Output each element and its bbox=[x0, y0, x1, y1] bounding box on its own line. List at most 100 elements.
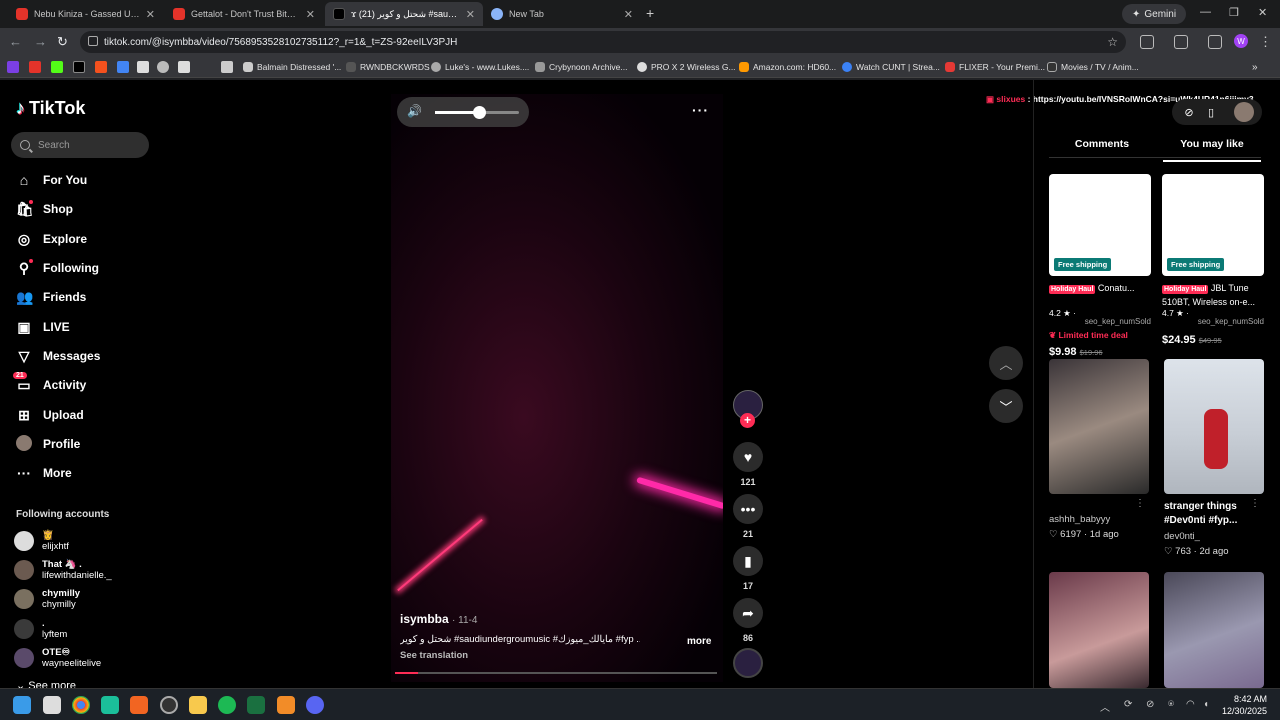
nav-for-you[interactable]: ⌂ For You bbox=[16, 169, 87, 191]
video-progress-bar[interactable] bbox=[395, 672, 717, 674]
bookmark-item[interactable]: Amazon.com: HD60... bbox=[739, 59, 836, 75]
music-disc[interactable] bbox=[733, 648, 763, 678]
gmail-icon[interactable] bbox=[117, 61, 129, 73]
caption-more-button[interactable]: more bbox=[687, 636, 711, 647]
bookmark-icon[interactable] bbox=[178, 61, 190, 73]
tab-nebu[interactable]: Nebu Kiniza - Gassed Up [Prod✕ bbox=[8, 2, 163, 26]
back-icon[interactable]: ← bbox=[9, 34, 22, 49]
windows-start-icon[interactable] bbox=[13, 696, 31, 714]
soundcloud-icon[interactable] bbox=[95, 61, 107, 73]
following-account[interactable]: chymilly chymilly bbox=[14, 588, 80, 610]
save-button[interactable]: ▮ 17 bbox=[731, 546, 765, 591]
nav-explore[interactable]: ◎ Explore bbox=[16, 228, 87, 250]
nav-profile[interactable]: Profile bbox=[16, 433, 80, 455]
twitch-icon[interactable] bbox=[7, 61, 19, 73]
nav-following[interactable]: ⚲ Following bbox=[16, 257, 99, 279]
volume-control[interactable]: 🔊 bbox=[397, 97, 529, 127]
nav-upload[interactable]: ⊞ Upload bbox=[16, 404, 84, 426]
close-icon[interactable]: ✕ bbox=[140, 8, 155, 21]
follow-plus-icon[interactable]: + bbox=[740, 413, 755, 428]
speaker-icon[interactable]: ◖ bbox=[1203, 699, 1209, 710]
discord-icon[interactable] bbox=[306, 696, 324, 714]
bookmark-item[interactable]: Crybynoon Archive... bbox=[535, 59, 627, 75]
video-user[interactable]: dev0nti_ bbox=[1164, 531, 1264, 542]
menu-icon[interactable]: ⋮ bbox=[1259, 34, 1272, 50]
video-player[interactable] bbox=[391, 94, 723, 682]
bookmark-star-icon[interactable]: ☆ bbox=[1107, 35, 1118, 49]
bookmark-item[interactable]: PRO X 2 Wireless G... bbox=[637, 59, 736, 75]
product-card[interactable]: Free shipping Holiday Haul Conatu... 4.2… bbox=[1049, 174, 1151, 358]
video-card[interactable] bbox=[1164, 572, 1264, 688]
close-icon[interactable]: ✕ bbox=[460, 8, 475, 21]
nav-live[interactable]: ▣ LIVE bbox=[16, 316, 69, 338]
following-account[interactable]: That 🦄 . lifewithdanielle._ bbox=[14, 559, 112, 581]
system-clock[interactable]: 8:42 AM 12/30/2025 bbox=[1222, 693, 1267, 717]
previous-video-button[interactable]: ︿ bbox=[989, 346, 1023, 380]
avatar[interactable] bbox=[1234, 102, 1254, 122]
following-account[interactable]: . lyftem bbox=[14, 618, 67, 640]
video-user[interactable]: ashhh_babyyy bbox=[1049, 514, 1149, 525]
nav-more[interactable]: ··· More bbox=[16, 462, 72, 484]
see-translation-link[interactable]: See translation bbox=[400, 650, 710, 661]
close-window-icon[interactable]: ✕ bbox=[1258, 6, 1267, 19]
close-icon[interactable]: ✕ bbox=[618, 8, 633, 21]
tiktok-logo[interactable]: ♪ TikTok bbox=[16, 98, 85, 119]
wifi-icon[interactable]: ◠ bbox=[1186, 699, 1195, 710]
more-icon[interactable]: ⋮ bbox=[1135, 498, 1145, 509]
compass-icon[interactable]: ⊘ bbox=[1180, 103, 1198, 121]
reload-icon[interactable]: ↻ bbox=[57, 34, 68, 50]
bookmark-item[interactable]: Movies / TV / Anim... bbox=[1047, 59, 1139, 75]
file-explorer-icon[interactable] bbox=[189, 696, 207, 714]
address-bar[interactable]: tiktok.com/@isymbba/video/75689535281027… bbox=[80, 31, 1126, 53]
nav-activity[interactable]: ▭ 21 Activity bbox=[13, 371, 86, 396]
gemini-button[interactable]: ✦ Gemini bbox=[1122, 4, 1187, 24]
site-info-icon[interactable] bbox=[88, 36, 98, 46]
video-card[interactable]: ⋮ ashhh_babyyy ♡ 6197 · 1d ago bbox=[1049, 359, 1149, 540]
volume-knob[interactable] bbox=[472, 106, 486, 119]
bookmark-icon[interactable] bbox=[157, 61, 169, 73]
steam-icon[interactable] bbox=[160, 696, 178, 714]
next-video-button[interactable]: ﹀ bbox=[989, 389, 1023, 423]
bookmarks-overflow-icon[interactable]: » bbox=[1252, 59, 1258, 75]
forward-icon[interactable]: → bbox=[34, 34, 47, 49]
media-icon[interactable] bbox=[1208, 35, 1222, 49]
nav-messages[interactable]: ▽ Messages bbox=[16, 345, 101, 367]
minimize-icon[interactable]: — bbox=[1200, 6, 1211, 18]
more-icon[interactable]: ⋮ bbox=[1250, 498, 1260, 509]
volume-slider[interactable] bbox=[435, 106, 519, 119]
app-icon[interactable] bbox=[101, 696, 119, 714]
like-button[interactable]: ♥ 121 bbox=[731, 442, 765, 487]
terminal-icon[interactable] bbox=[247, 696, 265, 714]
video-author[interactable]: isymbba · 11-4 bbox=[400, 612, 710, 626]
bookmark-icon[interactable] bbox=[137, 61, 149, 73]
tab-search-icon[interactable] bbox=[1174, 35, 1188, 49]
bookmark-item[interactable]: Balmain Distressed '... bbox=[243, 59, 341, 75]
maximize-icon[interactable]: ❐ bbox=[1229, 6, 1239, 19]
chrome-icon[interactable] bbox=[72, 696, 90, 714]
tray-icon[interactable]: ⟳ bbox=[1124, 699, 1132, 710]
kick-icon[interactable] bbox=[51, 61, 63, 73]
following-account[interactable]: OTE♾ wayneelitelive bbox=[14, 647, 101, 669]
comment-button[interactable]: ••• 21 bbox=[731, 494, 765, 539]
product-card[interactable]: Free shipping Holiday Haul JBL Tune 510B… bbox=[1162, 174, 1264, 346]
following-account[interactable]: 👸 elijxhtf bbox=[14, 530, 69, 552]
task-view-icon[interactable] bbox=[43, 696, 61, 714]
new-tab-button[interactable]: + bbox=[646, 5, 654, 21]
close-icon[interactable]: ✕ bbox=[300, 8, 315, 21]
device-icon[interactable]: ▯ bbox=[1202, 103, 1220, 121]
tab-tiktok[interactable]: ϫ (21) شحتل و كوير #saudiundergroumusic✕ bbox=[325, 2, 483, 26]
video-card[interactable] bbox=[1049, 572, 1149, 688]
tab-you-may-like[interactable]: You may like bbox=[1163, 138, 1261, 162]
bookmark-icon[interactable] bbox=[221, 61, 233, 73]
brave-icon[interactable] bbox=[130, 696, 148, 714]
nav-shop[interactable]: 🛍 Shop bbox=[16, 198, 73, 220]
spotify-icon[interactable] bbox=[218, 696, 236, 714]
app-icon[interactable] bbox=[277, 696, 295, 714]
bookmark-item[interactable]: FLIXER - Your Premi... bbox=[945, 59, 1045, 75]
tab-comments[interactable]: Comments bbox=[1049, 138, 1155, 150]
more-options-icon[interactable]: ··· bbox=[692, 102, 709, 118]
tab-newtab[interactable]: New Tab ✕ bbox=[483, 2, 641, 26]
x-icon[interactable] bbox=[73, 61, 85, 73]
profile-avatar[interactable]: W bbox=[1234, 34, 1248, 48]
youtube-icon[interactable] bbox=[29, 61, 41, 73]
